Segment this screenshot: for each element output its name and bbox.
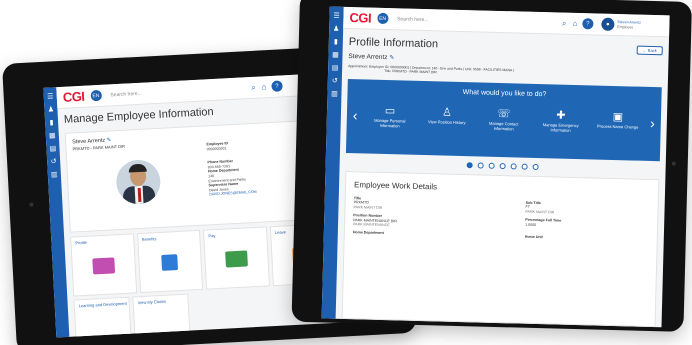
people-icon: ♙ <box>441 106 453 119</box>
home-icon[interactable]: ⌂ <box>261 82 266 91</box>
document-icon[interactable]: ▮ <box>329 39 343 46</box>
tile-pay[interactable]: Pay <box>203 226 270 290</box>
carousel-question: What would you like to do? <box>462 89 547 99</box>
edit-icon[interactable]: ✎ <box>389 55 394 61</box>
action-carousel: What would you like to do? ‹ › ▭ Manage P… <box>345 79 662 162</box>
history-icon[interactable]: ↺ <box>328 77 342 85</box>
cgi-logo: CGI <box>349 10 372 26</box>
user-role: Employee <box>617 24 634 29</box>
name-card-icon: ▣ <box>612 110 624 124</box>
page-dot[interactable] <box>521 163 528 170</box>
wallet-icon <box>225 250 248 268</box>
page-dot[interactable] <box>477 162 484 169</box>
action-manage-contact[interactable]: ☏ Manage Contact Information <box>481 107 528 132</box>
marketing-image: ☰ ♟ ▮ ▦ ▤ ↺ ▥ CGI EN Search here... ⌕ ⌂ … <box>0 0 692 345</box>
tile-profile[interactable]: Profile <box>70 233 137 297</box>
action-manage-personal[interactable]: ▭ Manage Personal Information <box>367 104 414 129</box>
tablet-camera <box>671 161 676 166</box>
action-label: Manage Personal Information <box>374 117 406 129</box>
language-button[interactable]: EN <box>90 89 102 102</box>
page-title: Profile Information <box>348 36 439 51</box>
tile-learning[interactable]: Learning and Development <box>73 296 132 338</box>
tile-claims[interactable]: View My Claims <box>132 293 191 337</box>
document-icon[interactable]: ▮ <box>45 119 58 127</box>
front-tablet-screen: ☰ ♟ ▮ ▦ ▤ ↺ ▥ CGI EN Search here... ⌕ ⌂ … <box>321 6 670 328</box>
org-icon[interactable]: ▦ <box>46 132 59 140</box>
search-icon[interactable]: ⌕ <box>562 18 567 28</box>
action-manage-emergency[interactable]: ✚ Manage Emergency Information <box>538 108 585 133</box>
tile-label: Pay <box>208 233 216 239</box>
page-dot[interactable] <box>466 162 473 169</box>
id-card-icon <box>92 257 115 275</box>
action-label: Process Name Change <box>596 123 639 130</box>
person-icon[interactable]: ♟ <box>44 106 57 114</box>
appointment-info: Appointment: Employee ID: 0000000001 | D… <box>348 64 514 77</box>
back-button-label: Back <box>647 47 657 54</box>
menu-icon[interactable]: ☰ <box>329 13 343 20</box>
page-dot[interactable] <box>510 163 517 170</box>
field-label: Home Unit <box>524 234 543 240</box>
clipboard-icon[interactable]: ▤ <box>46 145 59 153</box>
emergency-icon: ✚ <box>556 109 566 122</box>
phone-book-icon: ☏ <box>496 107 512 121</box>
medical-cross-icon <box>161 254 179 271</box>
section-title: Employee Work Details <box>353 180 438 192</box>
home-icon[interactable]: ⌂ <box>572 19 577 28</box>
field-label: Home Department <box>352 230 384 236</box>
history-icon[interactable]: ↺ <box>47 158 60 166</box>
action-position-history[interactable]: ♙ View Position History <box>424 105 471 130</box>
action-label: Manage Emergency Information <box>542 122 579 133</box>
action-label: Manage Contact Information <box>489 120 519 132</box>
help-icon[interactable]: ? <box>271 80 283 92</box>
action-name-change[interactable]: ▣ Process Name Change <box>595 110 642 135</box>
tile-label: View My Claims <box>137 298 167 306</box>
id-card-icon: ▭ <box>384 104 396 118</box>
search-input[interactable]: Search here... <box>392 13 542 29</box>
table-icon[interactable]: ▥ <box>327 90 341 98</box>
tile-benefits[interactable]: Benefits <box>136 229 204 294</box>
edit-icon[interactable]: ✎ <box>107 137 112 143</box>
page-dot[interactable] <box>499 163 506 170</box>
employee-photo <box>115 158 162 206</box>
chevron-left-icon[interactable]: ‹ <box>353 107 358 123</box>
tile-label: Learning and Development <box>78 300 127 309</box>
menu-icon[interactable]: ☰ <box>44 93 57 101</box>
details-col1: Title PRKMTD PARK MAINT DIR Position Num… <box>353 196 398 236</box>
tile-label: Benefits <box>141 236 157 242</box>
cgi-logo: CGI <box>62 88 85 105</box>
front-tablet: ☰ ♟ ▮ ▦ ▤ ↺ ▥ CGI EN Search here... ⌕ ⌂ … <box>291 0 692 332</box>
page-dot[interactable] <box>488 162 495 169</box>
tablet-camera <box>29 202 34 207</box>
search-input[interactable]: Search here... <box>105 82 245 101</box>
user-info[interactable]: Steven Arrentz Employee <box>617 20 641 29</box>
user-avatar-icon[interactable]: ● <box>601 17 615 31</box>
language-button[interactable]: EN <box>376 12 389 25</box>
action-label: View Position History <box>427 119 466 126</box>
work-details-card: Employee Work Details Title PRKMTD PARK … <box>341 170 660 328</box>
table-icon[interactable]: ▥ <box>48 171 61 179</box>
help-icon[interactable]: ? <box>582 18 594 30</box>
chevron-right-icon[interactable]: › <box>650 115 655 131</box>
person-icon[interactable]: ♟ <box>329 26 343 33</box>
org-icon[interactable]: ▦ <box>328 52 342 59</box>
tile-label: Profile <box>75 239 87 246</box>
search-icon[interactable]: ⌕ <box>251 82 256 92</box>
carousel-actions: ▭ Manage Personal Information ♙ View Posit… <box>367 104 642 135</box>
page-dot[interactable] <box>532 163 539 171</box>
clipboard-icon[interactable]: ▤ <box>328 64 342 72</box>
main-content: Profile Information ← Back Steve Arrentz… <box>336 29 669 328</box>
details-col2: Sub Title FT PARK MAINT DIR Percentage F… <box>525 201 562 240</box>
employee-name: Steve Arrentz ✎ <box>348 53 395 62</box>
employee-fields-col1: Employee ID 0000000001 Phone Number 804-… <box>206 140 256 197</box>
back-button[interactable]: ← Back <box>636 45 663 56</box>
tile-label: Leave <box>274 229 286 235</box>
